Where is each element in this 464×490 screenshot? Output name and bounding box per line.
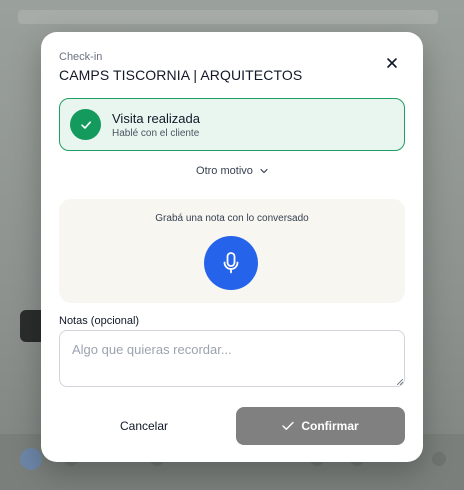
close-icon bbox=[387, 58, 397, 68]
resize-grip-icon[interactable] bbox=[397, 379, 403, 385]
close-button[interactable] bbox=[385, 56, 399, 70]
voice-note-label: Grabá una nota con lo conversado bbox=[155, 213, 309, 224]
record-voice-button[interactable] bbox=[204, 236, 258, 290]
checkin-dialog: Check-in CAMPS TISCORNIA | ARQUITECTOS V… bbox=[41, 32, 423, 462]
other-reason-label: Otro motivo bbox=[196, 165, 253, 177]
microphone-icon bbox=[223, 252, 239, 274]
confirm-button[interactable]: Confirmar bbox=[236, 407, 405, 445]
voice-note-panel: Grabá una nota con lo conversado bbox=[59, 199, 405, 303]
dialog-eyebrow: Check-in bbox=[59, 51, 103, 63]
confirm-label: Confirmar bbox=[301, 419, 359, 433]
notes-textarea[interactable] bbox=[59, 330, 405, 387]
notes-label: Notas (opcional) bbox=[59, 315, 140, 327]
other-reason-toggle[interactable]: Otro motivo bbox=[41, 165, 423, 177]
visit-status-option[interactable]: Visita realizada Hablé con el cliente bbox=[59, 98, 405, 151]
check-icon bbox=[282, 421, 295, 430]
status-subtitle: Hablé con el cliente bbox=[112, 128, 200, 139]
background-topbar bbox=[18, 10, 438, 24]
check-icon bbox=[80, 120, 91, 129]
status-check-badge bbox=[70, 109, 101, 140]
chevron-down-icon bbox=[260, 168, 268, 174]
dialog-title: CAMPS TISCORNIA | ARQUITECTOS bbox=[59, 67, 303, 83]
status-title: Visita realizada bbox=[112, 111, 200, 126]
background-avatar bbox=[20, 448, 42, 470]
background-icon bbox=[432, 452, 446, 466]
cancel-button[interactable]: Cancelar bbox=[59, 407, 229, 445]
